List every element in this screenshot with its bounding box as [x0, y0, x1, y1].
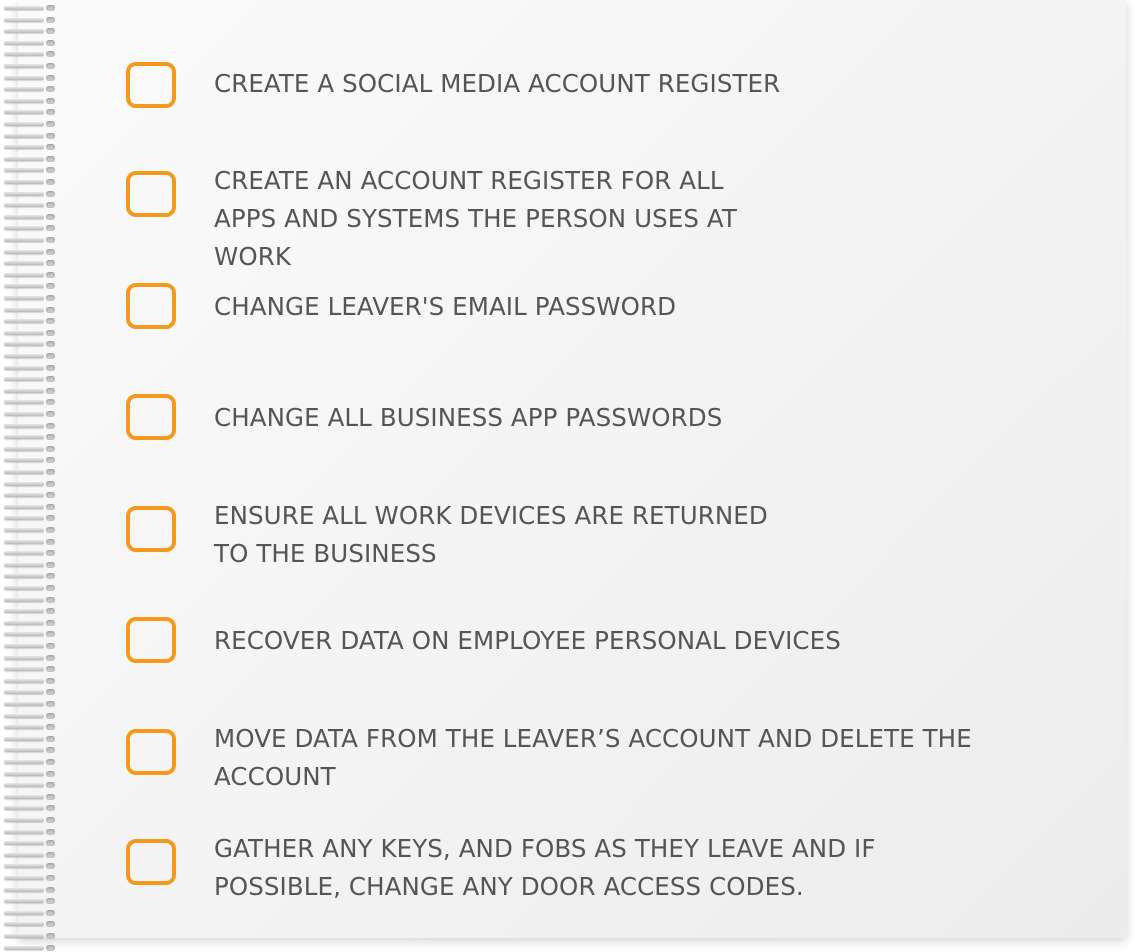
item-label: CHANGE ALL BUSINESS APP PASSWORDS	[214, 403, 723, 432]
checkbox[interactable]	[126, 171, 176, 217]
item-label: CREATE AN ACCOUNT REGISTER FOR ALL APPS …	[214, 166, 737, 271]
checkbox[interactable]	[126, 839, 176, 885]
checkbox[interactable]	[126, 62, 176, 108]
item-label: MOVE DATA FROM THE LEAVER’S ACCOUNT AND …	[214, 724, 972, 791]
checkbox[interactable]	[126, 394, 176, 440]
checkbox[interactable]	[126, 617, 176, 663]
item-label: CHANGE LEAVER'S EMAIL PASSWORD	[214, 292, 677, 321]
checkbox[interactable]	[126, 506, 176, 552]
item-label: RECOVER DATA ON EMPLOYEE PERSONAL DEVICE…	[214, 626, 841, 655]
item-label: CREATE A SOCIAL MEDIA ACCOUNT REGISTER	[214, 69, 781, 98]
checkbox[interactable]	[126, 729, 176, 775]
item-label: ENSURE ALL WORK DEVICES ARE RETURNED TO …	[214, 501, 768, 568]
checklist: CREATE A SOCIAL MEDIA ACCOUNT REGISTER C…	[0, 0, 1135, 952]
checkbox[interactable]	[126, 283, 176, 329]
item-label: GATHER ANY KEYS, AND FOBS AS THEY LEAVE …	[214, 834, 876, 901]
notebook-page: CREATE A SOCIAL MEDIA ACCOUNT REGISTER C…	[0, 0, 1135, 952]
